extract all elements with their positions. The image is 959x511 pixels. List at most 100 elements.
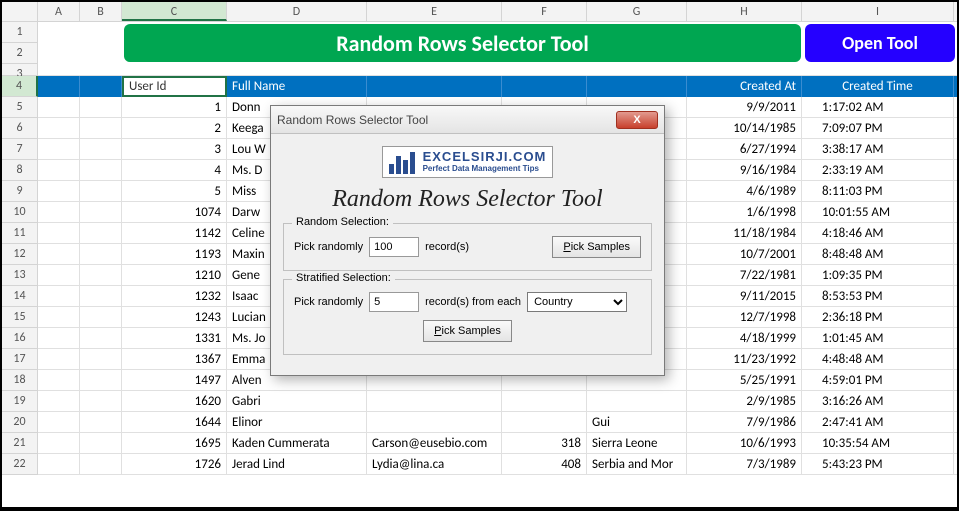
cell[interactable]	[80, 433, 122, 453]
cell-date[interactable]: 10/7/2001	[687, 244, 802, 264]
cell[interactable]	[38, 97, 80, 117]
cell[interactable]	[80, 202, 122, 222]
row-header-14[interactable]: 14	[2, 286, 38, 307]
cell-id[interactable]: 1726	[122, 454, 227, 474]
cell-date[interactable]: 7/22/1981	[687, 265, 802, 285]
cell[interactable]	[38, 349, 80, 369]
cell-id[interactable]: 1497	[122, 370, 227, 390]
row-header-9[interactable]: 9	[2, 181, 38, 202]
cell-id[interactable]: 1243	[122, 307, 227, 327]
cell-date[interactable]: 9/11/2015	[687, 286, 802, 306]
cell[interactable]	[38, 160, 80, 180]
random-count-input[interactable]	[369, 237, 419, 257]
cell-date[interactable]: 11/23/1992	[687, 349, 802, 369]
cell[interactable]	[80, 97, 122, 117]
cell-num[interactable]: 408	[502, 454, 587, 474]
cell-time[interactable]: 10:35:54 AM	[802, 433, 954, 453]
col-header-a[interactable]: A	[38, 2, 80, 21]
col-header-h[interactable]: H	[687, 2, 802, 21]
cell[interactable]	[38, 307, 80, 327]
row-header-4[interactable]: 4	[2, 76, 38, 97]
cell-time[interactable]: 1:01:45 AM	[802, 328, 954, 348]
cell-time[interactable]: 4:18:46 AM	[802, 223, 954, 243]
col-header-c[interactable]: C	[122, 2, 227, 21]
row-header-16[interactable]: 16	[2, 328, 38, 349]
cell[interactable]	[38, 244, 80, 264]
cell-time[interactable]: 7:09:07 PM	[802, 118, 954, 138]
row-header-8[interactable]: 8	[2, 160, 38, 181]
cell-time[interactable]: 8:53:53 PM	[802, 286, 954, 306]
row-header-18[interactable]: 18	[2, 370, 38, 391]
cell-id[interactable]: 1367	[122, 349, 227, 369]
cell-time[interactable]: 8:11:03 PM	[802, 181, 954, 201]
cell-date[interactable]: 7/3/1989	[687, 454, 802, 474]
cell[interactable]	[38, 139, 80, 159]
cell-date[interactable]: 4/18/1999	[687, 328, 802, 348]
cell[interactable]	[38, 265, 80, 285]
header-created-time[interactable]: Created Time	[802, 76, 954, 97]
cell-email[interactable]	[367, 391, 502, 411]
cell-name[interactable]: Jerad Lind	[227, 454, 367, 474]
header-full-name[interactable]: Full Name	[227, 76, 367, 97]
cell-date[interactable]: 12/7/1998	[687, 307, 802, 327]
cell-country[interactable]: Serbia and Mor	[587, 454, 687, 474]
cell-country[interactable]: Sierra Leone	[587, 433, 687, 453]
cell[interactable]	[38, 202, 80, 222]
cell-date[interactable]: 10/14/1985	[687, 118, 802, 138]
cell[interactable]	[38, 328, 80, 348]
cell-time[interactable]: 3:16:26 AM	[802, 391, 954, 411]
col-header-b[interactable]: B	[80, 2, 122, 21]
row-header-2[interactable]: 2	[2, 43, 38, 64]
header-num[interactable]	[502, 76, 587, 97]
col-header-d[interactable]: D	[227, 2, 367, 21]
cell-id[interactable]: 1232	[122, 286, 227, 306]
cell-time[interactable]: 8:48:48 AM	[802, 244, 954, 264]
cell-name[interactable]: Kaden Cummerata	[227, 433, 367, 453]
cell-time[interactable]: 2:47:41 AM	[802, 412, 954, 432]
cell[interactable]	[80, 307, 122, 327]
cell-time[interactable]: 3:38:17 AM	[802, 139, 954, 159]
cell-time[interactable]: 4:59:01 PM	[802, 370, 954, 390]
cell-time[interactable]: 1:17:02 AM	[802, 97, 954, 117]
strat-count-input[interactable]	[369, 292, 419, 312]
row-header-5[interactable]: 5	[2, 97, 38, 118]
row-header-19[interactable]: 19	[2, 391, 38, 412]
cell[interactable]	[38, 118, 80, 138]
cell[interactable]	[80, 391, 122, 411]
cell-id[interactable]: 4	[122, 160, 227, 180]
cell-id[interactable]: 1644	[122, 412, 227, 432]
cell-date[interactable]: 7/9/1986	[687, 412, 802, 432]
cell-name[interactable]: Gabri	[227, 391, 367, 411]
open-tool-button[interactable]: Open Tool	[805, 24, 955, 62]
cell[interactable]	[80, 181, 122, 201]
cell-date[interactable]: 1/6/1998	[687, 202, 802, 222]
col-header-i[interactable]: I	[802, 2, 954, 21]
cell-country[interactable]: Gui	[587, 412, 687, 432]
cell-email[interactable]: Carson@eusebio.com	[367, 433, 502, 453]
cell-time[interactable]: 1:09:35 PM	[802, 265, 954, 285]
cell-date[interactable]: 2/9/1985	[687, 391, 802, 411]
cell[interactable]	[80, 139, 122, 159]
cell[interactable]	[38, 181, 80, 201]
dialog-titlebar[interactable]: Random Rows Selector Tool X	[271, 106, 664, 134]
cell[interactable]	[38, 286, 80, 306]
row-header-1[interactable]: 1	[2, 22, 38, 43]
cell-id[interactable]: 1	[122, 97, 227, 117]
cell[interactable]	[38, 370, 80, 390]
cell-id[interactable]: 1331	[122, 328, 227, 348]
cell-date[interactable]: 11/18/1984	[687, 223, 802, 243]
cell-id[interactable]: 1620	[122, 391, 227, 411]
close-button[interactable]: X	[616, 111, 658, 129]
cell[interactable]	[80, 328, 122, 348]
row-header-20[interactable]: 20	[2, 412, 38, 433]
cell-time[interactable]: 2:33:19 AM	[802, 160, 954, 180]
row-header-13[interactable]: 13	[2, 265, 38, 286]
cell-id[interactable]: 1142	[122, 223, 227, 243]
col-header-f[interactable]: F	[502, 2, 587, 21]
cell-id[interactable]: 1210	[122, 265, 227, 285]
cell-date[interactable]: 5/25/1991	[687, 370, 802, 390]
cell-num[interactable]	[502, 391, 587, 411]
pick-samples-button-strat[interactable]: Pick Samples	[423, 320, 512, 342]
cell-id[interactable]: 1695	[122, 433, 227, 453]
cell[interactable]	[38, 412, 80, 432]
